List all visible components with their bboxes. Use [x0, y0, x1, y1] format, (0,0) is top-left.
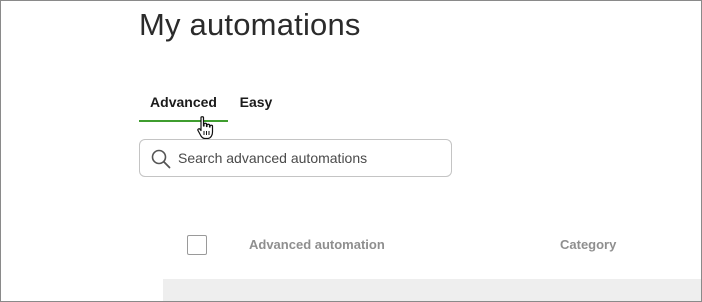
tab-easy[interactable]: Easy: [239, 85, 273, 121]
select-all-checkbox[interactable]: [187, 235, 207, 255]
column-header-category[interactable]: Category: [560, 237, 616, 252]
column-header-advanced-automation[interactable]: Advanced automation: [249, 237, 385, 252]
table-row: [163, 279, 701, 301]
search-box: [139, 139, 452, 177]
page-title: My automations: [139, 7, 361, 42]
table-header: Advanced automation Category: [161, 223, 701, 267]
search-icon: [151, 149, 171, 169]
app-window: My automations Advanced Easy Advanced au…: [0, 0, 702, 302]
search-input[interactable]: [178, 146, 446, 170]
hand-pointer-cursor-icon: [197, 116, 214, 140]
